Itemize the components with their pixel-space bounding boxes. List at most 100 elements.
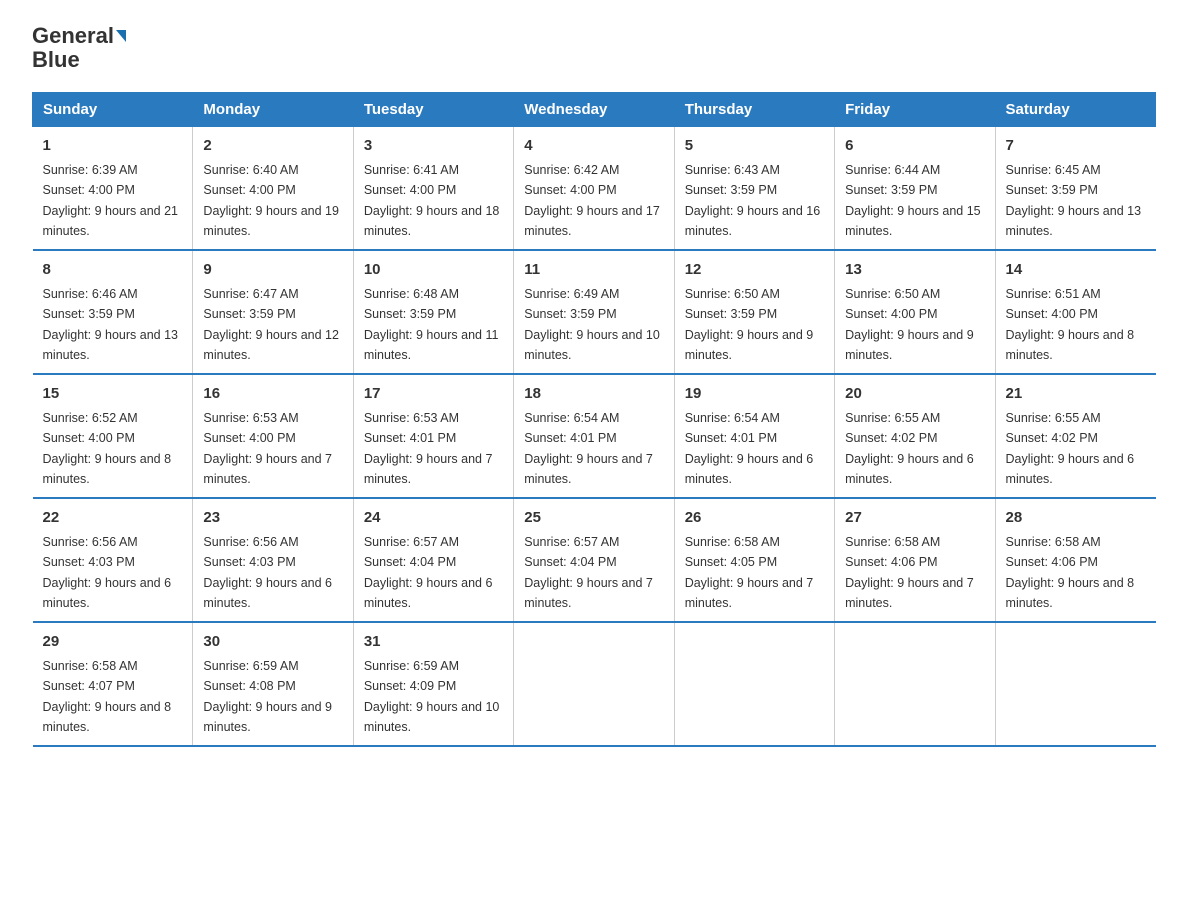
day-info: Sunrise: 6:44 AMSunset: 3:59 PMDaylight:…: [845, 163, 981, 238]
calendar-cell: 21 Sunrise: 6:55 AMSunset: 4:02 PMDaylig…: [995, 374, 1155, 498]
day-number: 15: [43, 383, 183, 406]
day-number: 1: [43, 135, 183, 158]
day-info: Sunrise: 6:46 AMSunset: 3:59 PMDaylight:…: [43, 287, 179, 362]
day-number: 6: [845, 135, 984, 158]
logo-text-blue: Blue: [32, 48, 80, 72]
calendar-week-5: 29 Sunrise: 6:58 AMSunset: 4:07 PMDaylig…: [33, 622, 1156, 746]
day-info: Sunrise: 6:56 AMSunset: 4:03 PMDaylight:…: [43, 535, 172, 610]
calendar-cell: 20 Sunrise: 6:55 AMSunset: 4:02 PMDaylig…: [835, 374, 995, 498]
page-header: General Blue: [32, 24, 1156, 72]
calendar-cell: 8 Sunrise: 6:46 AMSunset: 3:59 PMDayligh…: [33, 250, 193, 374]
calendar-cell: 12 Sunrise: 6:50 AMSunset: 3:59 PMDaylig…: [674, 250, 834, 374]
day-number: 3: [364, 135, 503, 158]
day-number: 16: [203, 383, 342, 406]
day-number: 17: [364, 383, 503, 406]
calendar-cell: 9 Sunrise: 6:47 AMSunset: 3:59 PMDayligh…: [193, 250, 353, 374]
calendar-cell: 16 Sunrise: 6:53 AMSunset: 4:00 PMDaylig…: [193, 374, 353, 498]
calendar-cell: 15 Sunrise: 6:52 AMSunset: 4:00 PMDaylig…: [33, 374, 193, 498]
day-number: 5: [685, 135, 824, 158]
calendar-cell: 29 Sunrise: 6:58 AMSunset: 4:07 PMDaylig…: [33, 622, 193, 746]
day-number: 21: [1006, 383, 1146, 406]
header-tuesday: Tuesday: [353, 93, 513, 127]
day-info: Sunrise: 6:48 AMSunset: 3:59 PMDaylight:…: [364, 287, 499, 362]
day-info: Sunrise: 6:54 AMSunset: 4:01 PMDaylight:…: [685, 411, 814, 486]
calendar-cell: 26 Sunrise: 6:58 AMSunset: 4:05 PMDaylig…: [674, 498, 834, 622]
day-number: 29: [43, 631, 183, 654]
day-number: 8: [43, 259, 183, 282]
day-number: 28: [1006, 507, 1146, 530]
day-info: Sunrise: 6:58 AMSunset: 4:07 PMDaylight:…: [43, 659, 172, 734]
calendar-cell: [835, 622, 995, 746]
calendar-cell: 6 Sunrise: 6:44 AMSunset: 3:59 PMDayligh…: [835, 127, 995, 251]
day-info: Sunrise: 6:45 AMSunset: 3:59 PMDaylight:…: [1006, 163, 1142, 238]
day-info: Sunrise: 6:40 AMSunset: 4:00 PMDaylight:…: [203, 163, 339, 238]
day-number: 4: [524, 135, 663, 158]
calendar-cell: [514, 622, 674, 746]
calendar-cell: 10 Sunrise: 6:48 AMSunset: 3:59 PMDaylig…: [353, 250, 513, 374]
calendar-cell: 31 Sunrise: 6:59 AMSunset: 4:09 PMDaylig…: [353, 622, 513, 746]
calendar-cell: 11 Sunrise: 6:49 AMSunset: 3:59 PMDaylig…: [514, 250, 674, 374]
logo-text-general: General: [32, 24, 114, 48]
calendar-cell: 25 Sunrise: 6:57 AMSunset: 4:04 PMDaylig…: [514, 498, 674, 622]
day-info: Sunrise: 6:58 AMSunset: 4:05 PMDaylight:…: [685, 535, 814, 610]
day-number: 22: [43, 507, 183, 530]
calendar-cell: [674, 622, 834, 746]
calendar-cell: 24 Sunrise: 6:57 AMSunset: 4:04 PMDaylig…: [353, 498, 513, 622]
day-number: 12: [685, 259, 824, 282]
calendar-cell: 23 Sunrise: 6:56 AMSunset: 4:03 PMDaylig…: [193, 498, 353, 622]
day-number: 13: [845, 259, 984, 282]
calendar-cell: 22 Sunrise: 6:56 AMSunset: 4:03 PMDaylig…: [33, 498, 193, 622]
calendar-table: SundayMondayTuesdayWednesdayThursdayFrid…: [32, 92, 1156, 747]
calendar-week-2: 8 Sunrise: 6:46 AMSunset: 3:59 PMDayligh…: [33, 250, 1156, 374]
day-number: 14: [1006, 259, 1146, 282]
day-number: 19: [685, 383, 824, 406]
header-wednesday: Wednesday: [514, 93, 674, 127]
calendar-cell: 19 Sunrise: 6:54 AMSunset: 4:01 PMDaylig…: [674, 374, 834, 498]
day-info: Sunrise: 6:47 AMSunset: 3:59 PMDaylight:…: [203, 287, 339, 362]
day-number: 24: [364, 507, 503, 530]
calendar-cell: 4 Sunrise: 6:42 AMSunset: 4:00 PMDayligh…: [514, 127, 674, 251]
day-number: 11: [524, 259, 663, 282]
day-info: Sunrise: 6:43 AMSunset: 3:59 PMDaylight:…: [685, 163, 821, 238]
day-info: Sunrise: 6:51 AMSunset: 4:00 PMDaylight:…: [1006, 287, 1135, 362]
calendar-cell: 7 Sunrise: 6:45 AMSunset: 3:59 PMDayligh…: [995, 127, 1155, 251]
header-monday: Monday: [193, 93, 353, 127]
calendar-week-4: 22 Sunrise: 6:56 AMSunset: 4:03 PMDaylig…: [33, 498, 1156, 622]
day-info: Sunrise: 6:58 AMSunset: 4:06 PMDaylight:…: [1006, 535, 1135, 610]
day-info: Sunrise: 6:53 AMSunset: 4:00 PMDaylight:…: [203, 411, 332, 486]
day-info: Sunrise: 6:42 AMSunset: 4:00 PMDaylight:…: [524, 163, 660, 238]
calendar-cell: 14 Sunrise: 6:51 AMSunset: 4:00 PMDaylig…: [995, 250, 1155, 374]
day-info: Sunrise: 6:57 AMSunset: 4:04 PMDaylight:…: [524, 535, 653, 610]
day-number: 10: [364, 259, 503, 282]
calendar-cell: 17 Sunrise: 6:53 AMSunset: 4:01 PMDaylig…: [353, 374, 513, 498]
day-number: 30: [203, 631, 342, 654]
calendar-cell: 13 Sunrise: 6:50 AMSunset: 4:00 PMDaylig…: [835, 250, 995, 374]
day-number: 27: [845, 507, 984, 530]
day-number: 26: [685, 507, 824, 530]
day-info: Sunrise: 6:55 AMSunset: 4:02 PMDaylight:…: [1006, 411, 1135, 486]
day-info: Sunrise: 6:39 AMSunset: 4:00 PMDaylight:…: [43, 163, 179, 238]
header-saturday: Saturday: [995, 93, 1155, 127]
calendar-cell: 28 Sunrise: 6:58 AMSunset: 4:06 PMDaylig…: [995, 498, 1155, 622]
calendar-cell: 30 Sunrise: 6:59 AMSunset: 4:08 PMDaylig…: [193, 622, 353, 746]
day-info: Sunrise: 6:59 AMSunset: 4:08 PMDaylight:…: [203, 659, 332, 734]
day-info: Sunrise: 6:55 AMSunset: 4:02 PMDaylight:…: [845, 411, 974, 486]
day-number: 31: [364, 631, 503, 654]
logo: General Blue: [32, 24, 126, 72]
calendar-week-1: 1 Sunrise: 6:39 AMSunset: 4:00 PMDayligh…: [33, 127, 1156, 251]
day-info: Sunrise: 6:54 AMSunset: 4:01 PMDaylight:…: [524, 411, 653, 486]
calendar-cell: [995, 622, 1155, 746]
day-info: Sunrise: 6:59 AMSunset: 4:09 PMDaylight:…: [364, 659, 500, 734]
header-friday: Friday: [835, 93, 995, 127]
calendar-header-row: SundayMondayTuesdayWednesdayThursdayFrid…: [33, 93, 1156, 127]
day-info: Sunrise: 6:53 AMSunset: 4:01 PMDaylight:…: [364, 411, 493, 486]
day-number: 25: [524, 507, 663, 530]
day-info: Sunrise: 6:57 AMSunset: 4:04 PMDaylight:…: [364, 535, 493, 610]
calendar-cell: 1 Sunrise: 6:39 AMSunset: 4:00 PMDayligh…: [33, 127, 193, 251]
calendar-cell: 5 Sunrise: 6:43 AMSunset: 3:59 PMDayligh…: [674, 127, 834, 251]
day-number: 23: [203, 507, 342, 530]
day-number: 20: [845, 383, 984, 406]
day-info: Sunrise: 6:41 AMSunset: 4:00 PMDaylight:…: [364, 163, 500, 238]
day-number: 18: [524, 383, 663, 406]
day-info: Sunrise: 6:49 AMSunset: 3:59 PMDaylight:…: [524, 287, 660, 362]
